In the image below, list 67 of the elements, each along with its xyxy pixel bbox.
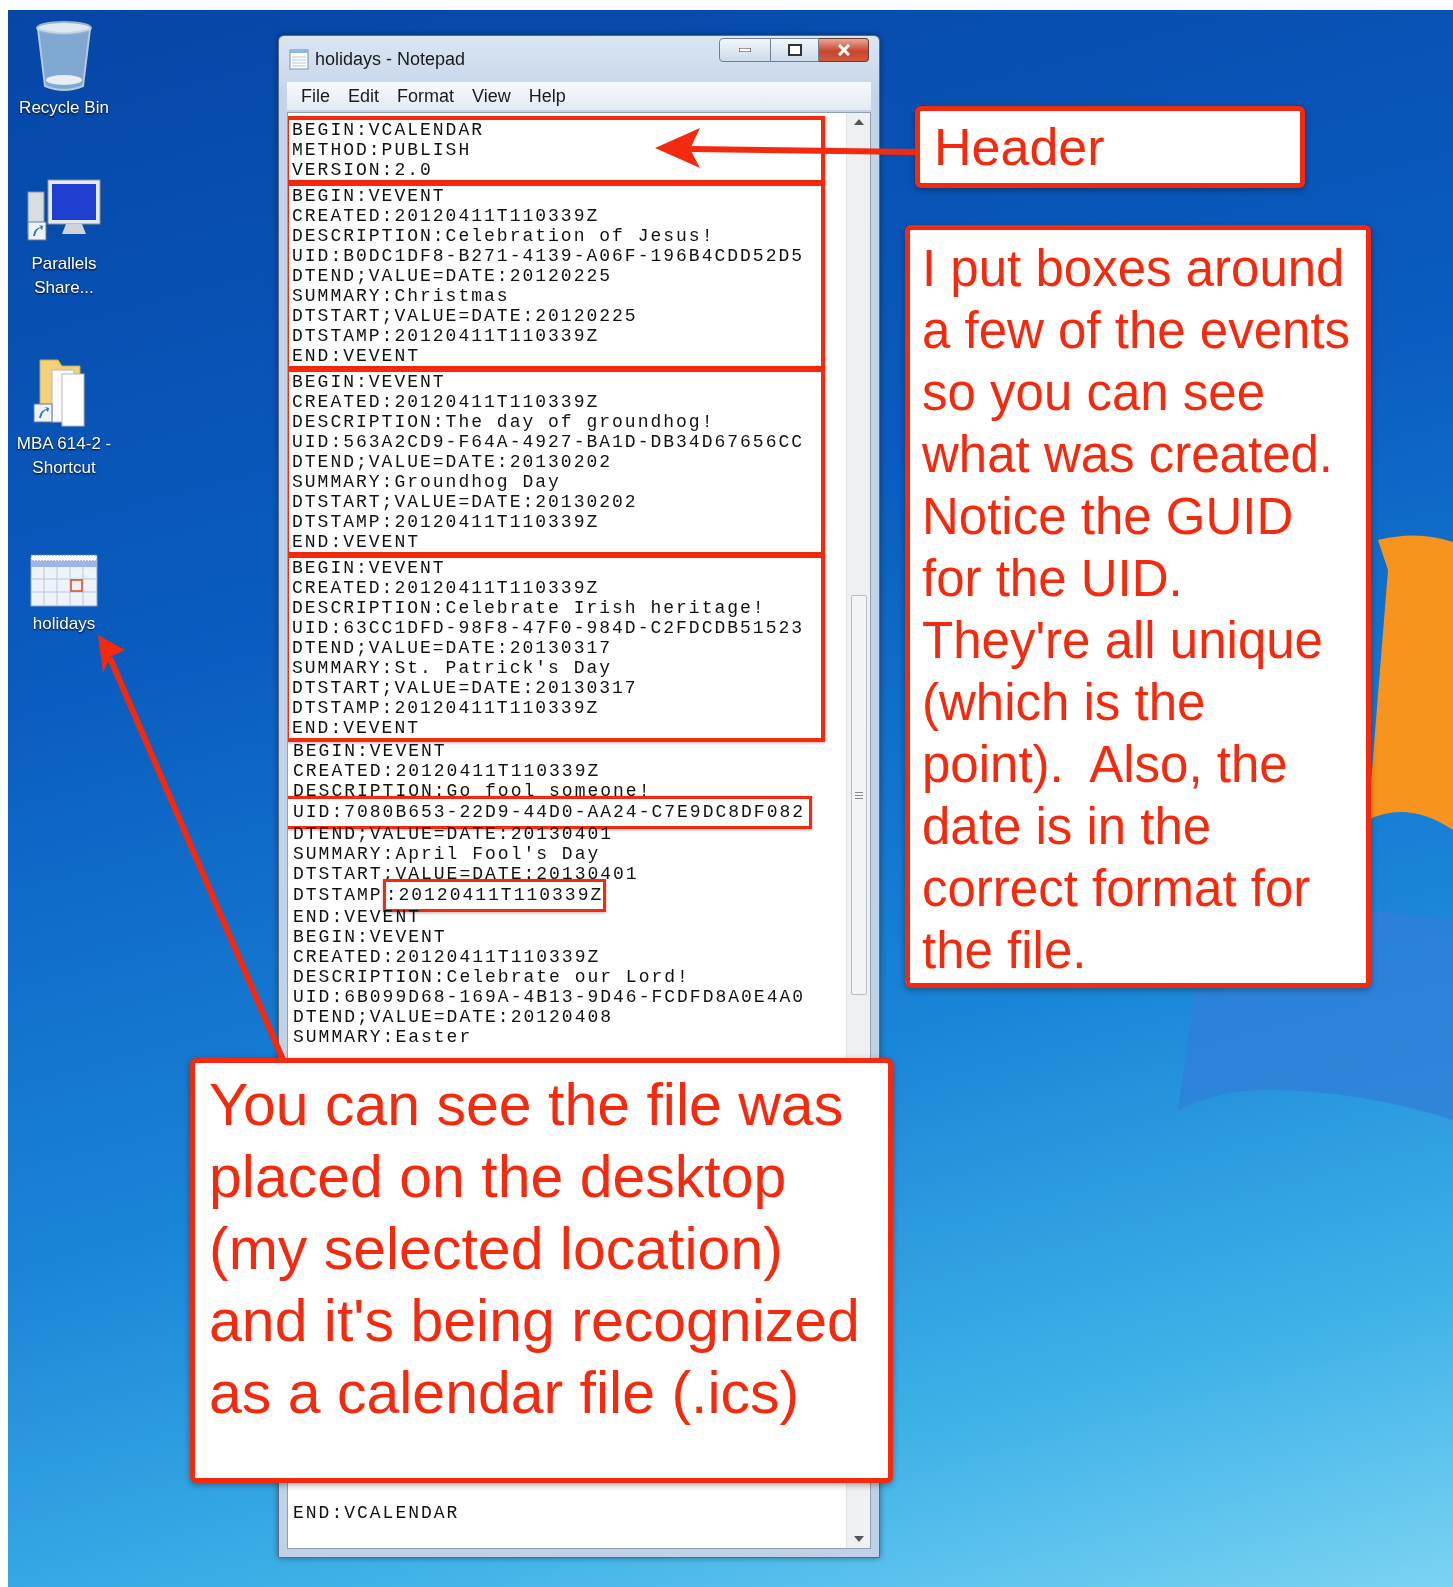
recycle-bin-icon	[34, 20, 94, 92]
text-line: VERSION:2.0	[291, 160, 434, 180]
text-line: DESCRIPTION:Celebration of Jesus!	[291, 226, 716, 246]
text-line: BEGIN:VEVENT	[291, 558, 447, 578]
text-line: BEGIN:VEVENT	[292, 741, 448, 761]
text-line: CREATED:20120411T110339Z	[291, 578, 601, 598]
menu-item[interactable]: Format	[389, 82, 463, 110]
desktop-icon-label[interactable]: Recycle Bin	[19, 96, 109, 120]
window-title: holidays - Notepad	[315, 47, 466, 71]
text-line: DTSTART;VALUE=DATE:20120225	[291, 306, 639, 326]
scroll-down-icon	[853, 1536, 864, 1542]
close-icon	[836, 44, 851, 56]
grip-icon	[854, 791, 863, 799]
text-line: END:VCALENDAR	[292, 1503, 461, 1524]
text-line: END:VEVENT	[291, 532, 422, 552]
text-line: METHOD:PUBLISH	[291, 140, 473, 160]
menu-item[interactable]: View	[464, 82, 519, 110]
text-line: DTSTAMP:20120411T110339Z	[291, 512, 601, 532]
text-line: END:VEVENT	[291, 718, 422, 738]
maximize-button[interactable]	[771, 38, 819, 62]
text-line: DTSTART;VALUE=DATE:20130202	[291, 492, 639, 512]
text-line: SUMMARY:Groundhog Day	[291, 472, 562, 492]
text-line: SUMMARY:Christmas	[291, 286, 511, 306]
close-button[interactable]	[819, 38, 869, 62]
text-line: UID:6B099D68-169A-4B13-9D46-FCDFD8A0E4A0	[292, 987, 807, 1007]
text-line: BEGIN:VEVENT	[291, 186, 447, 206]
restore-icon	[787, 44, 802, 56]
text-line: BEGIN:VEVENT	[292, 927, 448, 947]
text-line: UID:563A2CD9-F64A-4927-BA1D-DB34D67656CC	[291, 432, 806, 452]
text-line: DESCRIPTION:Celebrate our Lord!	[292, 967, 691, 987]
text-line: SUMMARY:St. Patrick's Day	[291, 658, 614, 678]
text-line: DTSTAMP:20120411T110339Z	[291, 326, 601, 346]
text-line: DESCRIPTION:The day of groundhog!	[291, 412, 716, 432]
text-line: SUMMARY:April Fool's Day	[292, 844, 602, 864]
side-callout: I put boxes around a few of the events so you can see what was created. Notice the GUID for the UID. They're all unique (which is the point). Also, the date is in the correct format for the file.	[905, 225, 1371, 988]
header-callout: Header	[915, 106, 1305, 188]
calendar-icon	[30, 554, 98, 608]
text-line: BEGIN:VEVENT	[291, 372, 447, 392]
text-line: DTEND;VALUE=DATE:20120225	[291, 266, 614, 286]
text-line: DTSTART;VALUE=DATE:20130317	[291, 678, 639, 698]
text-line: END:VEVENT	[291, 346, 422, 366]
text-line: UID:B0DC1DF8-B271-4139-A06F-196B4CDD52D5	[291, 246, 806, 266]
desktop-icon-label[interactable]: holidays	[32, 612, 96, 636]
text-line: DTSTAMP	[293, 884, 383, 907]
minimize-icon	[739, 48, 751, 52]
text-line: DTSTAMP:20120411T110339Z	[291, 698, 601, 718]
notepad-icon	[289, 48, 309, 70]
scroll-up-icon	[853, 119, 864, 125]
text-line: CREATED:20120411T110339Z	[291, 206, 601, 226]
bottom-callout: You can see the file was placed on the desktop (my selected location) and it's being recognized as a calendar file (.ics)	[190, 1058, 893, 1483]
text-line: CREATED:20120411T110339Z	[292, 761, 602, 781]
text-line: DTEND;VALUE=DATE:20130317	[291, 638, 614, 658]
scrollbar-thumb[interactable]	[850, 595, 867, 995]
text-line: UID:63CC1DFD-98F8-47F0-984D-C2FDCDB51523	[291, 618, 806, 638]
minimize-button[interactable]	[719, 38, 771, 62]
text-line: CREATED:20120411T110339Z	[291, 392, 601, 412]
text-line: DESCRIPTION:Celebrate Irish heritage!	[291, 598, 767, 618]
desktop-icon-label[interactable]: MBA 614-2 - Shortcut	[10, 432, 118, 480]
text-line: BEGIN:VCALENDAR	[291, 120, 486, 140]
text-line: DTEND;VALUE=DATE:20130202	[291, 452, 614, 472]
menu-item[interactable]: Edit	[340, 82, 388, 110]
text-line: CREATED:20120411T110339Z	[292, 947, 602, 967]
menu-item[interactable]: File	[293, 82, 338, 110]
desktop-icon-label[interactable]: Parallels Share...	[10, 252, 118, 300]
text-line: DTEND;VALUE=DATE:20120408	[292, 1007, 615, 1027]
menu-item[interactable]: Help	[520, 82, 574, 110]
text-line: SUMMARY:Easter	[292, 1027, 474, 1047]
